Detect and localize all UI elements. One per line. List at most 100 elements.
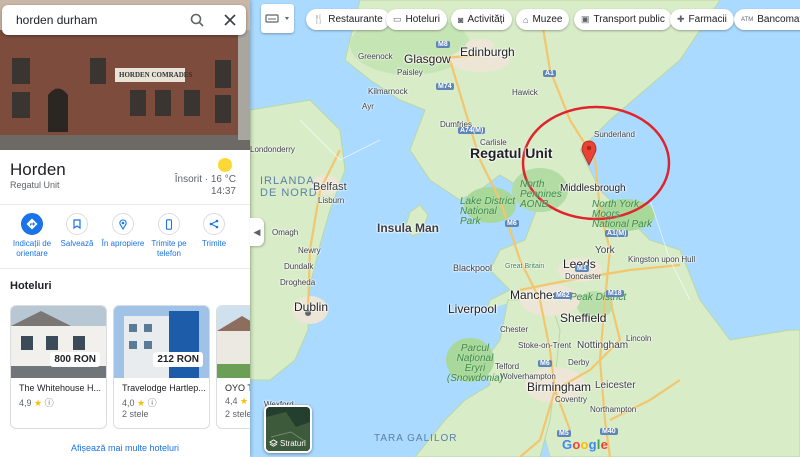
chevron-left-icon: ◀ (253, 226, 261, 237)
hotel-photo (11, 306, 106, 378)
city-omagh: Omagh (272, 228, 299, 237)
building-sign: HORDEN COMRADES (119, 71, 193, 79)
road-shield-m40: M40 (600, 428, 618, 435)
directions-icon (21, 213, 43, 235)
city-kilmarnock: Kilmarnock (368, 87, 408, 96)
city-blackpool: Blackpool (453, 263, 493, 273)
chip-atms[interactable]: ATMBancomate (734, 9, 800, 30)
nearby-button[interactable]: În apropiere (98, 213, 148, 249)
city-york: York (595, 245, 615, 256)
road-shield-m74: M74 (436, 83, 454, 90)
road-shield-m18: M18 (606, 290, 624, 297)
hotel-photo (217, 306, 250, 378)
chip-label: Muzee (532, 14, 563, 25)
rating-value: 4,9 (19, 398, 32, 408)
more-hotels-link[interactable]: Afișează mai multe hoteluri (0, 443, 250, 453)
search-icon[interactable] (187, 10, 207, 30)
star-icon: ★ (240, 396, 249, 406)
collapse-panel-button[interactable]: ◀ (250, 218, 264, 246)
sun-icon (218, 158, 232, 172)
chip-label: Bancomate (757, 14, 800, 25)
hotel-name: The Whitehouse H... (19, 383, 102, 393)
action-label: Indicații de (12, 239, 52, 248)
hotel-card[interactable]: 212 RON Travelodge Hartlep... 4,0 ★ ⓘ 2 … (113, 305, 210, 429)
chip-museums[interactable]: ⌂ Muzee (516, 9, 570, 30)
city-great-britain: Great Britain (505, 263, 545, 270)
info-icon[interactable]: ⓘ (45, 398, 54, 408)
directions-button[interactable]: Indicații de orientare (7, 213, 57, 259)
city-edinburgh: Edinburgh (460, 45, 515, 59)
action-buttons: Indicații de orientare Salvează În apropi… (0, 213, 250, 268)
weather-text: Însorit · 16 °C (174, 174, 236, 185)
hotel-price: 212 RON (153, 352, 203, 367)
city-greenock: Greenock (358, 52, 393, 61)
layers-label: Straturi (269, 439, 306, 448)
road-shield-m1: M1 (575, 265, 589, 272)
send-to-phone-button[interactable]: Trimite pe telefon (144, 213, 194, 259)
city-doncaster: Doncaster (565, 272, 602, 281)
chip-hotels[interactable]: ▭ Hoteluri (386, 9, 447, 30)
chip-public-transport[interactable]: ▣ Transport public (574, 9, 672, 30)
hotel-card[interactable]: 800 RON The Whitehouse H... 4,9 ★ ⓘ (10, 305, 107, 429)
hotel-name: OYO Th... (225, 383, 250, 393)
search-input[interactable]: horden durham (16, 13, 97, 27)
hotel-card[interactable]: OYO Th... 4,4 ★ 2 stele (216, 305, 250, 429)
city-stoke: Stoke-on-Trent (518, 341, 572, 350)
city-chester: Chester (500, 325, 529, 334)
city-kingston-upon-hull: Kingston upon Hull (628, 255, 696, 264)
country-label: Regatul Unit (470, 145, 553, 161)
action-label: Salvează (60, 239, 94, 248)
hotel-class: 2 stele (225, 409, 250, 419)
info-icon[interactable]: ⓘ (148, 398, 157, 408)
share-button[interactable]: Trimite (189, 213, 239, 249)
city-glasgow: Glasgow (404, 52, 451, 66)
maps-app: Regatul Unit Insula Man IRLANDA DE NORD … (0, 0, 800, 457)
fork-knife-icon: 🍴 (313, 14, 325, 24)
nearby-icon (112, 213, 134, 235)
city-drogheda: Drogheda (280, 278, 316, 287)
museum-icon: ⌂ (523, 14, 529, 25)
city-newry: Newry (298, 246, 321, 255)
chip-pharmacies[interactable]: ✚ Farmacii (670, 9, 734, 30)
save-button[interactable]: Salvează (52, 213, 102, 249)
layers-button[interactable]: Straturi (264, 405, 312, 453)
map-type-toggle-button[interactable] (261, 4, 294, 33)
chip-label: Transport public (593, 14, 665, 25)
action-label: orientare (16, 249, 48, 258)
google-logo: Google (562, 437, 609, 452)
city-londonderry: Londonderry (250, 145, 295, 154)
road-shield-m6-south: M6 (538, 360, 552, 367)
hotel-class: 2 stele (122, 409, 149, 419)
road-shield-a1m: A1(M) (605, 230, 629, 237)
hotel-price: 800 RON (50, 352, 100, 367)
chip-restaurants[interactable]: 🍴 Restaurante (306, 9, 390, 30)
local-time: 14:37 (210, 186, 236, 197)
park-snowdonia-label: Parcul Național Eryri (Snowdonia) (446, 343, 504, 384)
chip-label: Farmacii (688, 14, 727, 25)
city-dundalk: Dundalk (284, 262, 314, 271)
bookmark-icon (66, 213, 88, 235)
hotels-heading: Hoteluri (10, 280, 52, 292)
park-north-pennines-label: North Pennines AONB (520, 179, 562, 210)
share-icon (203, 213, 225, 235)
layers-icon (269, 439, 278, 447)
road-shield-m62: M62 (554, 292, 572, 299)
city-derby: Derby (568, 358, 590, 367)
city-dublin: Dublin (294, 300, 329, 314)
rating-value: 4,4 (225, 396, 238, 406)
atm-icon: ATM (741, 16, 754, 23)
island-label: Insula Man (377, 221, 440, 235)
hotel-cards: 800 RON The Whitehouse H... 4,9 ★ ⓘ 212 … (10, 305, 250, 430)
close-icon[interactable] (220, 10, 240, 30)
hotel-name: Travelodge Hartlep... (122, 383, 206, 393)
map-canvas[interactable]: Regatul Unit Insula Man IRLANDA DE NORD … (250, 0, 800, 457)
park-north-york-moors-label: North York Moors National Park (592, 199, 653, 230)
search-box[interactable]: horden durham (2, 5, 246, 35)
divider (0, 268, 250, 269)
city-sunderland: Sunderland (594, 130, 635, 139)
chip-label: Activități (467, 14, 505, 25)
chip-activities[interactable]: ◙ Activități (451, 9, 512, 30)
city-sheffield: Sheffield (560, 311, 607, 325)
action-label: Trimite (201, 239, 227, 248)
city-belfast: Belfast (313, 181, 347, 193)
